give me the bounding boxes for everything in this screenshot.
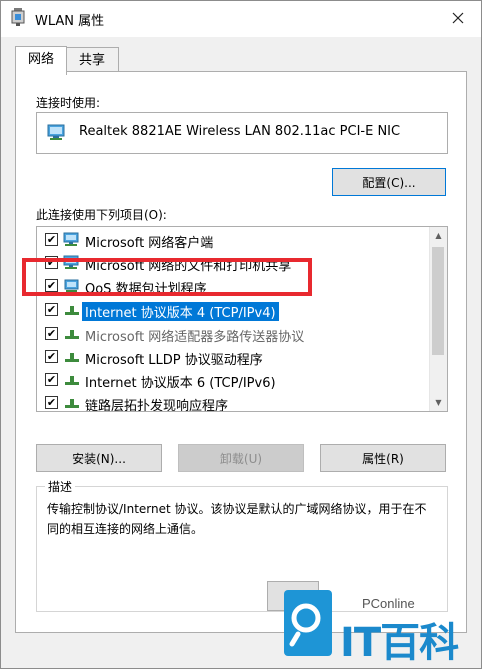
connection-items-list[interactable]: ✔ Microsoft 网络客户端 ✔ Microsoft 网络的文件和打印机共… bbox=[36, 226, 448, 412]
description-text: 传输控制协议/Internet 协议。该协议是默认的广域网络协议，用于在不同的相… bbox=[47, 502, 427, 536]
item-label: Microsoft LLDP 协议驱动程序 bbox=[85, 353, 263, 368]
item-label: Microsoft 网络客户端 bbox=[85, 236, 214, 251]
adapter-name: Realtek 8821AE Wireless LAN 802.11ac PCI… bbox=[79, 124, 401, 139]
list-scrollbar[interactable]: ▲ ▼ bbox=[429, 227, 447, 411]
tab-sharing[interactable]: 共享 bbox=[65, 47, 119, 74]
item-label: 链路层拓扑发现响应程序 bbox=[85, 399, 229, 412]
list-item[interactable]: ✔ Microsoft LLDP 协议驱动程序 bbox=[37, 346, 429, 369]
item-label: Internet 协议版本 4 (TCP/IPv4) bbox=[82, 302, 279, 321]
protocol-icon bbox=[65, 399, 79, 408]
close-icon bbox=[452, 12, 464, 24]
scroll-thumb[interactable] bbox=[432, 247, 444, 355]
list-item-ipv4[interactable]: ✔ Internet 协议版本 4 (TCP/IPv4) bbox=[37, 299, 429, 322]
item-checkbox[interactable]: ✔ bbox=[45, 327, 58, 340]
search-icon bbox=[289, 603, 321, 647]
watermark-logo-text: IT百科 bbox=[340, 620, 459, 666]
dialog-body: 网络 共享 连接时使用: Realtek 8821AE Wireless LAN… bbox=[1, 37, 481, 668]
network-tab-panel: 连接时使用: Realtek 8821AE Wireless LAN 802.1… bbox=[15, 71, 467, 633]
items-label: 此连接使用下列项目(O): bbox=[36, 208, 167, 222]
connect-using-label: 连接时使用: bbox=[36, 96, 101, 110]
properties-button[interactable]: 属性(R) bbox=[320, 444, 446, 472]
network-client-icon bbox=[63, 232, 79, 246]
wifi-adapter-icon bbox=[11, 8, 25, 26]
list-item[interactable]: ✔ Microsoft 网络适配器多路传送器协议 bbox=[37, 323, 429, 346]
annotation-highlight-box bbox=[22, 258, 312, 296]
item-checkbox[interactable]: ✔ bbox=[45, 303, 58, 316]
protocol-icon bbox=[65, 306, 79, 315]
list-item[interactable]: ✔ Internet 协议版本 6 (TCP/IPv6) bbox=[37, 369, 429, 392]
network-adapter-icon bbox=[47, 124, 65, 140]
install-button[interactable]: 安装(N)... bbox=[36, 444, 162, 472]
item-checkbox[interactable]: ✔ bbox=[45, 396, 58, 409]
item-checkbox[interactable]: ✔ bbox=[45, 373, 58, 386]
scroll-up-arrow-icon[interactable]: ▲ bbox=[430, 227, 447, 244]
list-item[interactable]: ✔ 链路层拓扑发现响应程序 bbox=[37, 392, 429, 412]
item-label: Microsoft 网络适配器多路传送器协议 bbox=[85, 330, 305, 345]
protocol-icon bbox=[65, 330, 79, 339]
description-title: 描述 bbox=[45, 478, 76, 495]
watermark-brand: PConline bbox=[362, 596, 415, 611]
item-checkbox[interactable]: ✔ bbox=[45, 350, 58, 363]
wlan-properties-window: WLAN 属性 网络 共享 连接时使用: Realtek 8821AE Wire… bbox=[0, 0, 482, 669]
configure-button[interactable]: 配置(C)... bbox=[332, 168, 446, 196]
uninstall-button[interactable]: 卸载(U) bbox=[178, 444, 304, 472]
close-button[interactable] bbox=[435, 1, 481, 35]
item-checkbox[interactable]: ✔ bbox=[45, 233, 58, 246]
description-group: 描述 传输控制协议/Internet 协议。该协议是默认的广域网络协议，用于在不… bbox=[36, 478, 448, 612]
scroll-down-arrow-icon[interactable]: ▼ bbox=[430, 394, 447, 411]
adapter-box: Realtek 8821AE Wireless LAN 802.11ac PCI… bbox=[36, 112, 448, 154]
protocol-icon bbox=[65, 376, 79, 385]
item-label: Internet 协议版本 6 (TCP/IPv6) bbox=[85, 376, 276, 391]
list-item[interactable]: ✔ Microsoft 网络客户端 bbox=[37, 229, 429, 252]
window-title: WLAN 属性 bbox=[35, 14, 105, 29]
title-bar[interactable]: WLAN 属性 bbox=[1, 1, 481, 37]
watermark-logo-icon bbox=[284, 590, 332, 656]
protocol-icon bbox=[65, 353, 79, 362]
tab-network[interactable]: 网络 bbox=[15, 46, 67, 75]
